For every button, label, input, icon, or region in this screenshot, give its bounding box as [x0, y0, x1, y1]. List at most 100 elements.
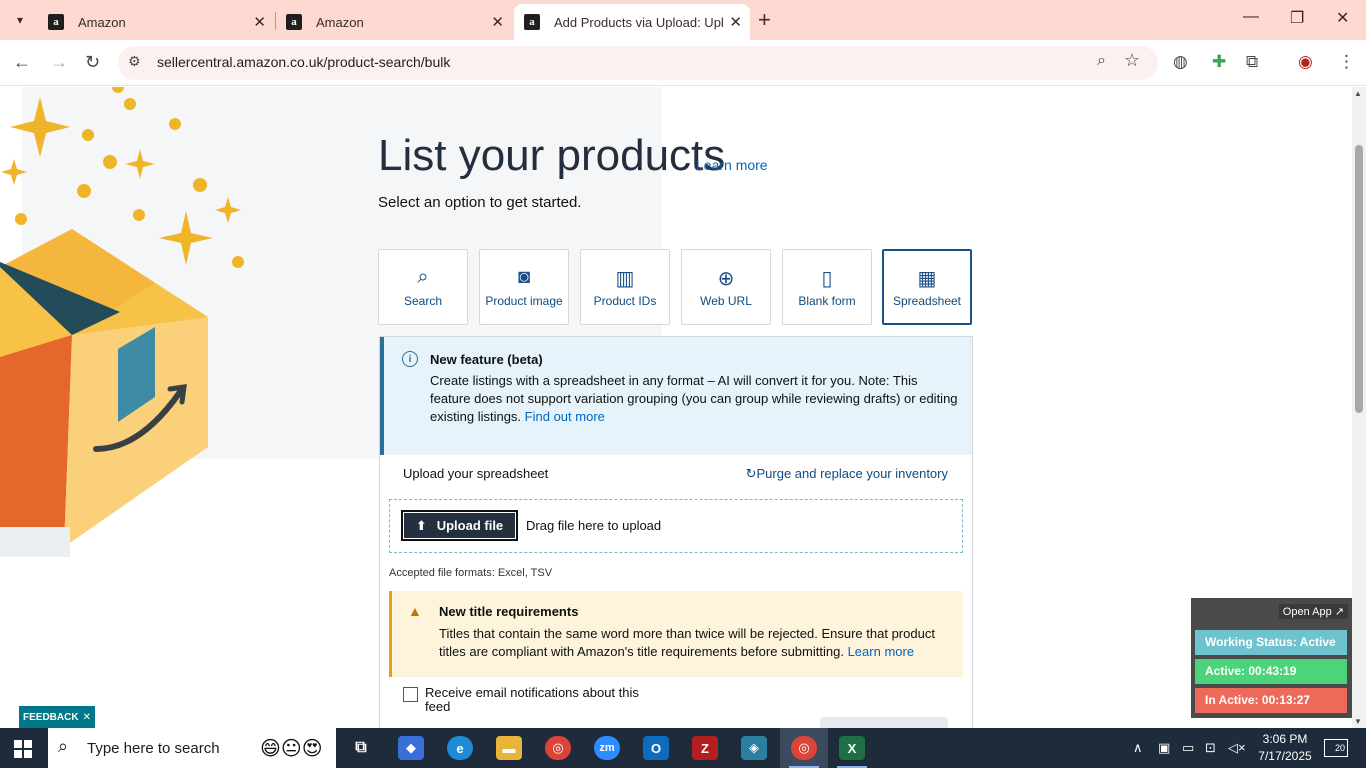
zoom-icon[interactable]: ⌕ — [1097, 52, 1106, 70]
browser-tab-3-active[interactable]: a Add Products via Upload: Uploa ✕ — [514, 4, 750, 40]
email-notification-label[interactable]: Receive email notifications about this f… — [425, 686, 655, 714]
reload-icon[interactable]: ↻ — [85, 52, 100, 73]
option-web-url[interactable]: ⊕ Web URL — [681, 249, 771, 325]
browser-tab-1[interactable]: a Amazon ✕ — [38, 4, 274, 40]
option-label: Web URL — [700, 294, 752, 308]
option-spreadsheet[interactable]: ▦ Spreadsheet — [882, 249, 972, 325]
upload-button-label: Upload file — [436, 518, 504, 533]
bookmark-star-icon[interactable]: ☆ — [1124, 50, 1140, 71]
inactive-timer: In Active: 00:13:27 — [1195, 688, 1347, 713]
scrollbar-thumb[interactable] — [1355, 145, 1363, 413]
task-view-icon[interactable]: ⧉ — [348, 736, 374, 760]
search-barcode-icon: ⌕ — [417, 266, 429, 288]
green-extension-icon[interactable]: ✚ — [1212, 52, 1226, 72]
time-tracker-widget: Open App ↗ Working Status: Active Active… — [1191, 598, 1352, 718]
windows-start-icon[interactable] — [14, 740, 32, 758]
file-explorer-icon[interactable]: ▬ — [496, 736, 522, 760]
file-dropzone[interactable]: ⬆ Upload file Drag file here to upload — [389, 499, 963, 553]
beta-description: Create listings with a spreadsheet in an… — [430, 372, 960, 426]
browser-menu-icon[interactable]: ⋮ — [1338, 52, 1355, 72]
active-timer: Active: 00:43:19 — [1195, 659, 1347, 684]
amazon-favicon-icon: a — [524, 14, 540, 30]
option-product-image[interactable]: ◙ Product image — [479, 249, 569, 325]
browser-toolbar: ← → ↻ ⚙ sellercentral.amazon.co.uk/produ… — [0, 40, 1366, 86]
sparkle-icon — [215, 197, 241, 223]
emoji-search-highlight-icon[interactable]: 😄😐😍 — [260, 736, 323, 761]
minimize-icon[interactable]: — — [1243, 8, 1259, 26]
excel-icon[interactable]: X — [839, 736, 865, 760]
notification-center-icon[interactable]: 20 — [1324, 739, 1348, 757]
tab-title: Amazon — [316, 14, 364, 30]
warning-learn-more-link[interactable]: Learn more — [848, 644, 914, 659]
open-app-button[interactable]: Open App ↗ — [1278, 604, 1348, 619]
working-status: Working Status: Active — [1195, 630, 1347, 655]
close-window-icon[interactable]: ✕ — [1336, 8, 1349, 28]
document-icon: ▯ — [821, 268, 833, 290]
edge-browser-icon[interactable]: e — [447, 736, 473, 760]
option-search[interactable]: ⌕ Search — [378, 249, 468, 325]
warning-title: New title requirements — [439, 604, 579, 619]
search-icon: ⌕ — [58, 736, 69, 756]
taskbar-search[interactable]: ⌕ Type here to search 😄😐😍 — [48, 728, 336, 768]
tab-close-icon[interactable]: ✕ — [491, 13, 504, 31]
table-icon: ▦ — [917, 268, 937, 290]
option-blank-form[interactable]: ▯ Blank form — [782, 249, 872, 325]
chrome-icon[interactable]: ◎ — [545, 736, 571, 760]
tab-close-icon[interactable]: ✕ — [729, 13, 742, 31]
accepted-formats: Accepted file formats: Excel, TSV — [389, 567, 553, 579]
address-bar[interactable]: ⚙ sellercentral.amazon.co.uk/product-sea… — [118, 46, 1158, 80]
zoom-app-icon[interactable]: zm — [594, 736, 620, 760]
filezilla-icon[interactable]: Z — [692, 736, 718, 760]
back-icon[interactable]: ← — [13, 52, 31, 73]
scroll-up-arrow-icon[interactable]: ▲ — [1354, 89, 1362, 98]
site-info-icon[interactable]: ⚙ — [128, 53, 141, 70]
profile-avatar-icon[interactable]: ◉ — [1298, 52, 1313, 72]
chrome-profile-icon[interactable]: ◎ — [791, 736, 817, 760]
browser-tab-2[interactable]: a Amazon ✕ — [276, 4, 512, 40]
learn-more-link[interactable]: Learn more — [696, 157, 768, 173]
info-icon: i — [402, 351, 418, 367]
volume-muted-icon[interactable]: ◁× — [1228, 740, 1246, 756]
system-clock[interactable]: 3:06 PM 7/17/2025 — [1254, 731, 1316, 765]
refresh-icon: ↻ — [745, 466, 757, 481]
restore-icon[interactable]: ❐ — [1290, 8, 1304, 28]
submit-products-button[interactable] — [820, 717, 948, 728]
tab-search-chevron-icon[interactable]: ▾ — [8, 8, 32, 32]
extensions-puzzle-icon[interactable]: ⧉ — [1246, 52, 1258, 72]
outlook-icon[interactable]: O — [643, 736, 669, 760]
upload-file-button[interactable]: ⬆ Upload file — [401, 510, 518, 541]
battery-icon[interactable]: ▭ — [1182, 740, 1194, 756]
sparkle-icon — [10, 97, 70, 157]
option-label: Blank form — [798, 294, 856, 308]
page-scrollbar[interactable]: ▲ ▼ — [1352, 87, 1366, 728]
option-product-ids[interactable]: ▥ Product IDs — [580, 249, 670, 325]
upload-section-title: Upload your spreadsheet — [403, 466, 549, 481]
new-tab-icon[interactable]: + — [758, 8, 771, 32]
purge-inventory-link[interactable]: ↻Purge and replace your inventory — [746, 466, 948, 482]
option-label: Product IDs — [593, 294, 657, 308]
find-out-more-link[interactable]: Find out more — [525, 409, 605, 424]
show-hidden-icons[interactable]: ∧ — [1133, 740, 1143, 756]
feedback-button[interactable]: FEEDBACK ✕ — [19, 706, 95, 728]
scroll-down-arrow-icon[interactable]: ▼ — [1354, 717, 1362, 726]
option-label: Search — [403, 294, 443, 308]
meet-now-icon[interactable]: ▣ — [1158, 740, 1170, 756]
email-notification-checkbox[interactable] — [403, 687, 418, 702]
feedback-close-icon[interactable]: ✕ — [83, 712, 91, 723]
browser-tab-bar: ▾ a Amazon ✕ a Amazon ✕ a Add Products v… — [0, 0, 1366, 40]
forward-icon[interactable]: → — [50, 52, 68, 73]
url-text[interactable]: sellercentral.amazon.co.uk/product-searc… — [157, 54, 450, 70]
page-subtitle: Select an option to get started. — [378, 194, 582, 211]
option-label: Spreadsheet — [892, 294, 962, 308]
tab-close-icon[interactable]: ✕ — [253, 13, 266, 31]
page-viewport: List your products Learn more Select an … — [0, 87, 1352, 728]
network-icon[interactable]: ⊡ — [1205, 740, 1216, 756]
barcode-icon: ▥ — [615, 268, 635, 290]
purge-link-label: Purge and replace your inventory — [756, 466, 948, 481]
tab-title: Amazon — [78, 14, 126, 30]
amazon-favicon-icon: a — [286, 14, 302, 30]
page-title: List your products — [378, 131, 726, 180]
app-diamond-icon[interactable]: ◈ — [741, 736, 767, 760]
copilot-icon[interactable]: ◆ — [398, 736, 424, 760]
translate-extension-icon[interactable]: ◍ — [1173, 52, 1188, 72]
